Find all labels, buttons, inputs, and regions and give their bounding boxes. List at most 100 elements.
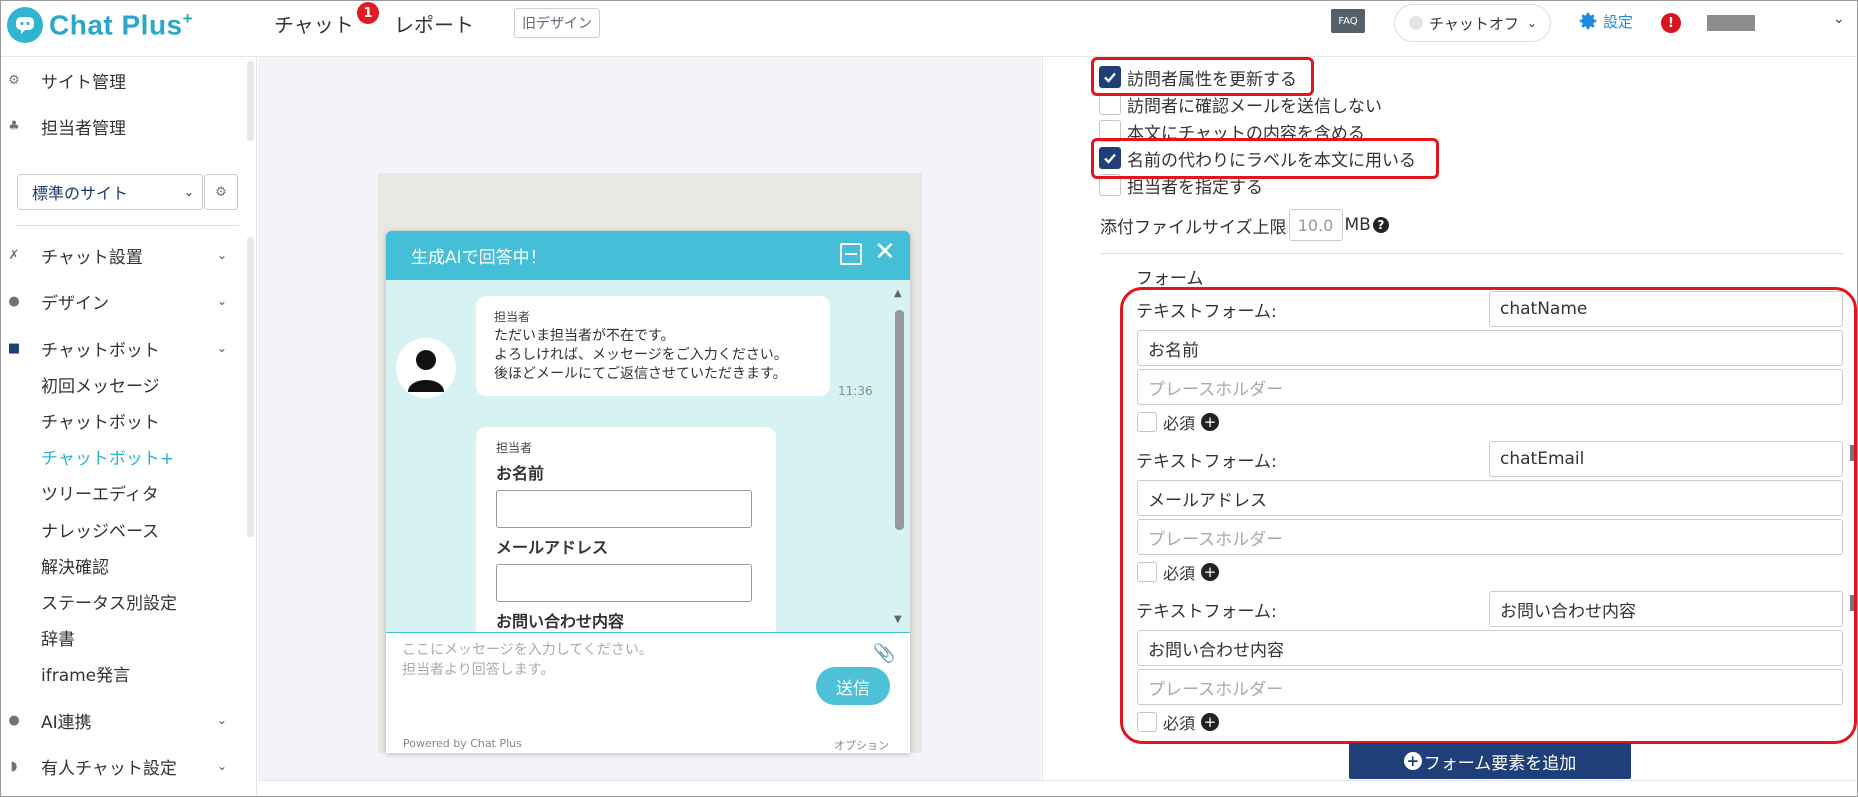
message-timestamp: 11:36 bbox=[838, 384, 873, 398]
sidebar-scrollbar[interactable] bbox=[247, 61, 254, 141]
sidebar-item-manned-chat[interactable]: ◗ 有人チャット設定 ⌄ bbox=[1, 751, 241, 781]
tools-icon: ✗ bbox=[8, 247, 20, 263]
nav-chat[interactable]: チャット bbox=[274, 9, 354, 38]
sidebar-item-label: 有人チャット設定 bbox=[41, 758, 177, 779]
sidebar-scrollbar-lower[interactable] bbox=[247, 237, 254, 537]
sidebar-item-chat-setup[interactable]: ✗ チャット設置 ⌄ bbox=[1, 240, 241, 270]
gear-icon: ⚙ bbox=[8, 72, 20, 88]
file-size-input[interactable]: 10.0 bbox=[1288, 209, 1343, 241]
widget-header: 生成AIで回答中！ bbox=[386, 231, 910, 280]
sidebar-item-design[interactable]: ● デザイン ⌄ bbox=[1, 286, 241, 316]
nav-chat-badge: 1 bbox=[357, 2, 379, 24]
gear-icon bbox=[1579, 12, 1597, 30]
sidebar: ⚙ サイト管理 ♣ 担当者管理 標準のサイト ⌄ ⚙ ✗ チャット設置 ⌄ ● … bbox=[1, 57, 257, 796]
scroll-down-arrow-icon[interactable]: ▼ bbox=[894, 614, 902, 625]
logo-icon bbox=[7, 7, 43, 43]
site-select-value: 標準のサイト bbox=[32, 184, 129, 203]
help-icon[interactable]: ? bbox=[1372, 217, 1389, 233]
bottom-strip bbox=[258, 780, 1857, 796]
chat-bubbles-icon: ■ bbox=[7, 340, 21, 356]
sidebar-item-chatbot[interactable]: ■ チャットボット ⌄ bbox=[1, 333, 241, 363]
site-select[interactable]: 標準のサイト ⌄ bbox=[17, 174, 203, 210]
site-settings-gear-icon[interactable]: ⚙ bbox=[204, 174, 238, 210]
form-input-email[interactable] bbox=[496, 564, 752, 602]
sidebar-item-ai[interactable]: ● AI連携 ⌄ bbox=[1, 705, 241, 735]
checkbox-unchecked[interactable] bbox=[1099, 93, 1121, 115]
message-sender: 担当者 bbox=[496, 441, 533, 455]
sidebar-sub-chatbot[interactable]: チャットボット bbox=[41, 406, 160, 434]
add-form-element-button[interactable]: + フォーム要素を追加 bbox=[1349, 743, 1631, 779]
scroll-up-arrow-icon[interactable]: ▲ bbox=[894, 288, 902, 299]
widget-scrollbar[interactable] bbox=[895, 310, 904, 530]
sidebar-item-label: サイト管理 bbox=[41, 72, 126, 93]
status-dot-icon bbox=[1409, 16, 1423, 30]
sidebar-sub-chatbot-plus[interactable]: チャットボット+ bbox=[41, 442, 174, 470]
powered-by-text: Powered by Chat Plus bbox=[403, 737, 522, 750]
top-bar: Chat Plus+ チャット 1 レポート 旧デザイン FAQ チャットオフ … bbox=[1, 1, 1857, 57]
sidebar-sub-tree-editor[interactable]: ツリーエディタ bbox=[41, 478, 159, 506]
user-name-redacted[interactable] bbox=[1707, 15, 1755, 31]
sidebar-sub-status-settings[interactable]: ステータス別設定 bbox=[41, 587, 177, 615]
option-link[interactable]: オプション bbox=[834, 737, 889, 753]
chevron-down-icon: ⌄ bbox=[183, 185, 194, 199]
section-divider bbox=[1100, 253, 1844, 254]
add-form-element-label: フォーム要素を追加 bbox=[1423, 753, 1577, 774]
message-input-placeholder[interactable]: ここにメッセージを入力してください。 担当者より回答します。 bbox=[402, 640, 653, 680]
chat-widget-preview: 生成AIで回答中！ ✕ ▲ ▼ 担当者 ただいま担当者が不在です。 よろしければ… bbox=[386, 231, 910, 753]
chat-status-label: チャットオフ bbox=[1429, 14, 1519, 33]
nav-report[interactable]: レポート bbox=[394, 9, 474, 38]
plus-circle-icon: + bbox=[1403, 752, 1422, 770]
chevron-down-icon: ⌄ bbox=[216, 713, 227, 727]
message-text: ただいま担当者が不在です。 よろしければ、メッセージをご入力ください。 後ほどメ… bbox=[494, 328, 788, 382]
user-gear-icon: ♣ bbox=[8, 118, 20, 134]
file-size-label: 添付ファイルサイズ上限 bbox=[1100, 217, 1287, 238]
chat-status-toggle[interactable]: チャットオフ ⌄ bbox=[1394, 4, 1551, 42]
sidebar-item-label: チャットボット bbox=[41, 340, 160, 361]
headset-icon: ◗ bbox=[10, 758, 18, 774]
minimize-icon[interactable] bbox=[840, 243, 862, 265]
highlight-box bbox=[1120, 287, 1857, 744]
highlight-box bbox=[1091, 138, 1439, 179]
faq-icon[interactable]: FAQ bbox=[1331, 9, 1365, 33]
sidebar-item-label: デザイン bbox=[41, 293, 109, 314]
user-menu-chevron-icon[interactable]: ⌄ bbox=[1833, 11, 1845, 27]
ai-icon: ● bbox=[8, 712, 20, 728]
widget-title: 生成AIで回答中！ bbox=[411, 248, 547, 268]
sidebar-divider bbox=[15, 225, 239, 226]
logo-text: Chat Plus+ bbox=[49, 8, 194, 41]
widget-input-area[interactable]: ここにメッセージを入力してください。 担当者より回答します。 📎 送信 Powe… bbox=[386, 632, 910, 753]
settings-label: 設定 bbox=[1603, 12, 1634, 31]
form-label-inquiry: お問い合わせ内容 bbox=[496, 612, 625, 631]
sidebar-sub-dictionary[interactable]: 辞書 bbox=[41, 623, 75, 651]
paperclip-icon[interactable]: 📎 bbox=[873, 643, 895, 664]
palette-icon: ● bbox=[8, 293, 20, 309]
settings-link[interactable]: 設定 bbox=[1577, 10, 1633, 32]
chevron-down-icon: ⌄ bbox=[216, 294, 227, 308]
file-size-unit: MB bbox=[1344, 215, 1371, 235]
sidebar-item-label: チャット設置 bbox=[41, 247, 143, 268]
message-bubble: 担当者 ただいま担当者が不在です。 よろしければ、メッセージをご入力ください。 … bbox=[476, 296, 830, 396]
message-sender: 担当者 bbox=[494, 310, 531, 324]
file-size-limit-row: 添付ファイルサイズ上限 10.0 MB ? bbox=[1100, 209, 1389, 241]
sidebar-item-site-manage[interactable]: ⚙ サイト管理 bbox=[1, 65, 241, 95]
old-design-button[interactable]: 旧デザイン bbox=[514, 8, 600, 38]
form-bubble: 担当者 お名前 メールアドレス お問い合わせ内容 bbox=[476, 427, 776, 632]
form-input-name[interactable] bbox=[496, 490, 752, 528]
logo[interactable]: Chat Plus+ bbox=[7, 7, 193, 43]
alert-icon[interactable]: ! bbox=[1661, 13, 1681, 33]
sidebar-sub-resolution-check[interactable]: 解決確認 bbox=[41, 551, 109, 579]
widget-message-area: ▲ ▼ 担当者 ただいま担当者が不在です。 よろしければ、メッセージをご入力くだ… bbox=[386, 280, 910, 632]
sidebar-sub-knowledge-base[interactable]: ナレッジベース bbox=[41, 515, 159, 543]
sidebar-item-label: 担当者管理 bbox=[41, 118, 126, 139]
send-button[interactable]: 送信 bbox=[816, 667, 890, 705]
avatar bbox=[396, 338, 456, 398]
chevron-down-icon: ⌄ bbox=[216, 341, 227, 355]
chevron-down-icon: ⌄ bbox=[1526, 16, 1537, 30]
close-icon[interactable]: ✕ bbox=[874, 237, 896, 267]
sidebar-item-staff-manage[interactable]: ♣ 担当者管理 bbox=[1, 111, 241, 141]
sidebar-sub-iframe[interactable]: iframe発言 bbox=[41, 659, 130, 687]
sidebar-sub-first-message[interactable]: 初回メッセージ bbox=[41, 370, 160, 398]
app-window: Chat Plus+ チャット 1 レポート 旧デザイン FAQ チャットオフ … bbox=[0, 0, 1858, 797]
form-label-email: メールアドレス bbox=[496, 538, 609, 557]
person-icon bbox=[396, 338, 456, 398]
